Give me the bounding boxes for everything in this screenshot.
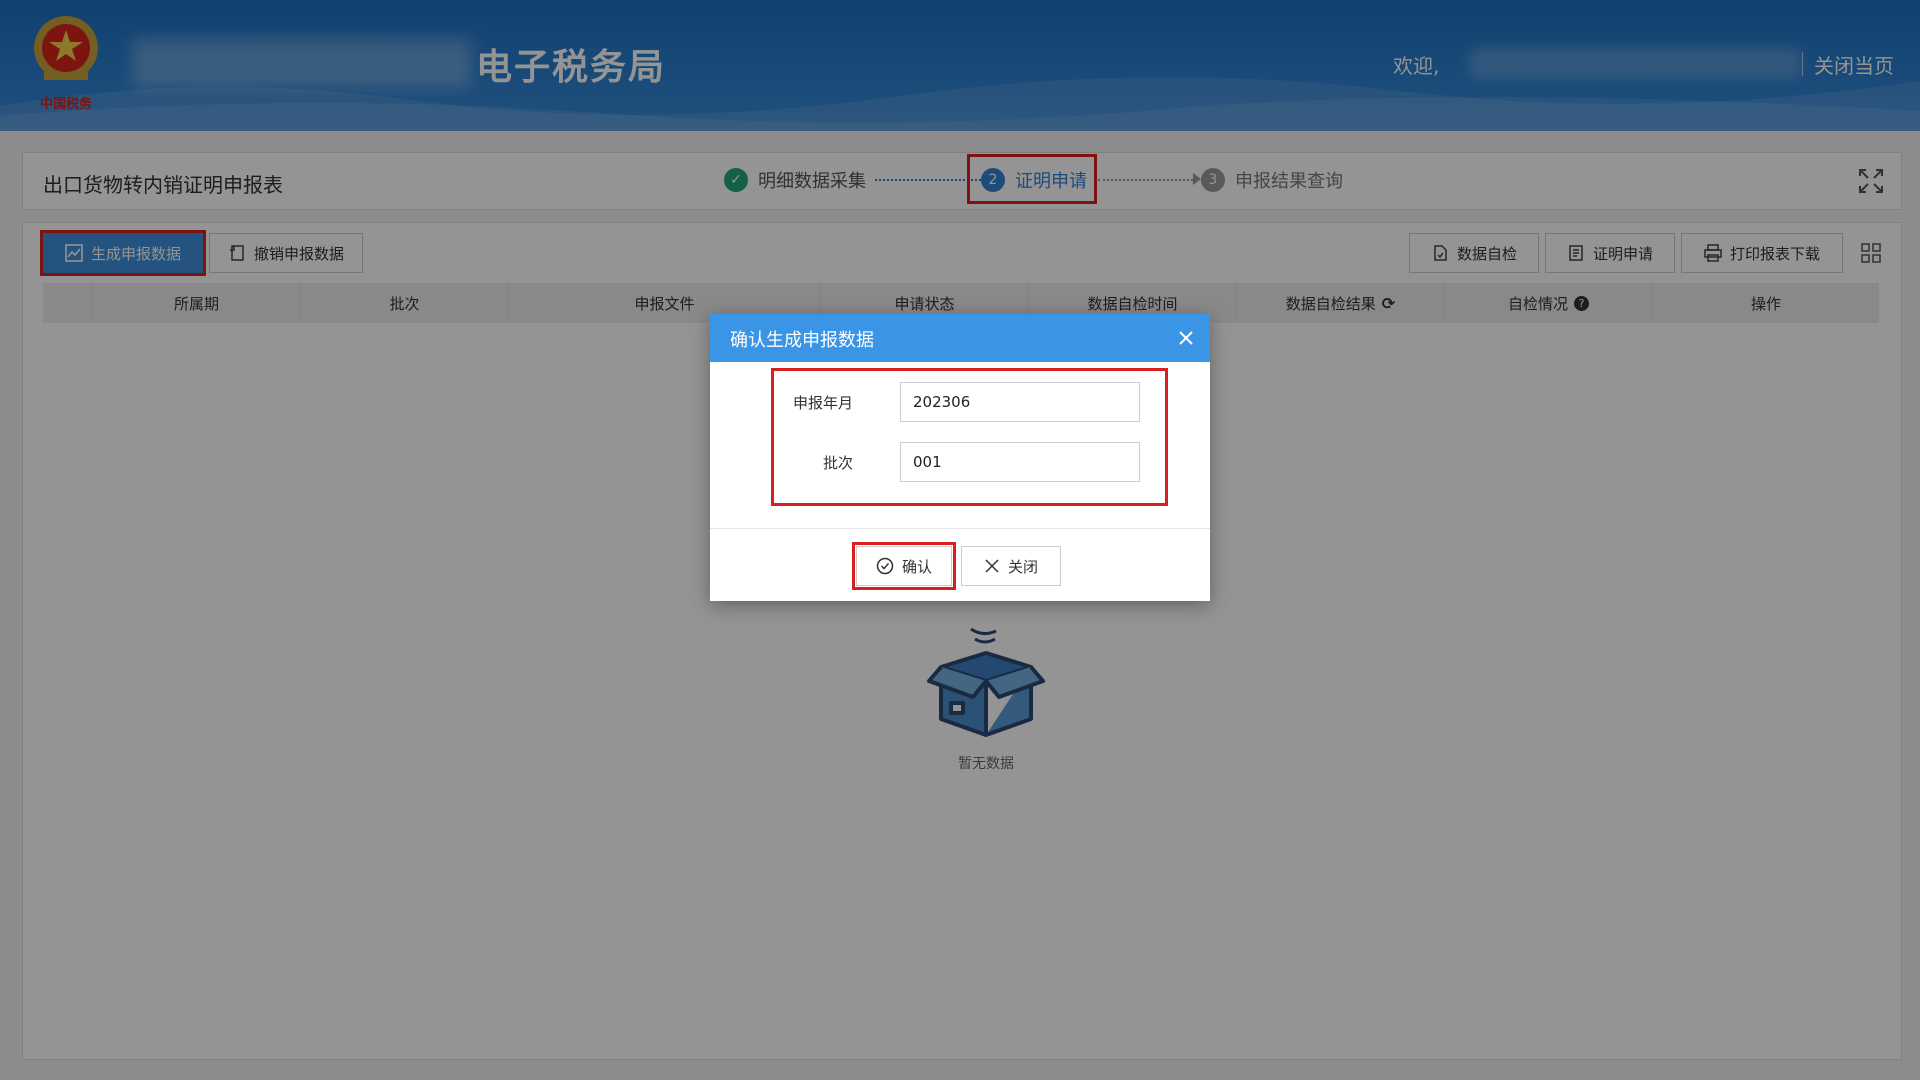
confirm-generate-dialog: 确认生成申报数据 申报年月 批次 确认 关闭 <box>710 314 1210 601</box>
dialog-title: 确认生成申报数据 <box>730 330 874 351</box>
close-button[interactable]: 关闭 <box>961 546 1061 586</box>
highlight-confirm-button <box>852 542 956 590</box>
close-icon <box>985 559 999 573</box>
dialog-divider <box>710 528 1210 529</box>
dialog-header: 确认生成申报数据 <box>710 314 1210 362</box>
highlight-form-fields <box>771 368 1168 506</box>
close-icon[interactable] <box>1176 328 1196 348</box>
button-label: 关闭 <box>1007 557 1038 576</box>
